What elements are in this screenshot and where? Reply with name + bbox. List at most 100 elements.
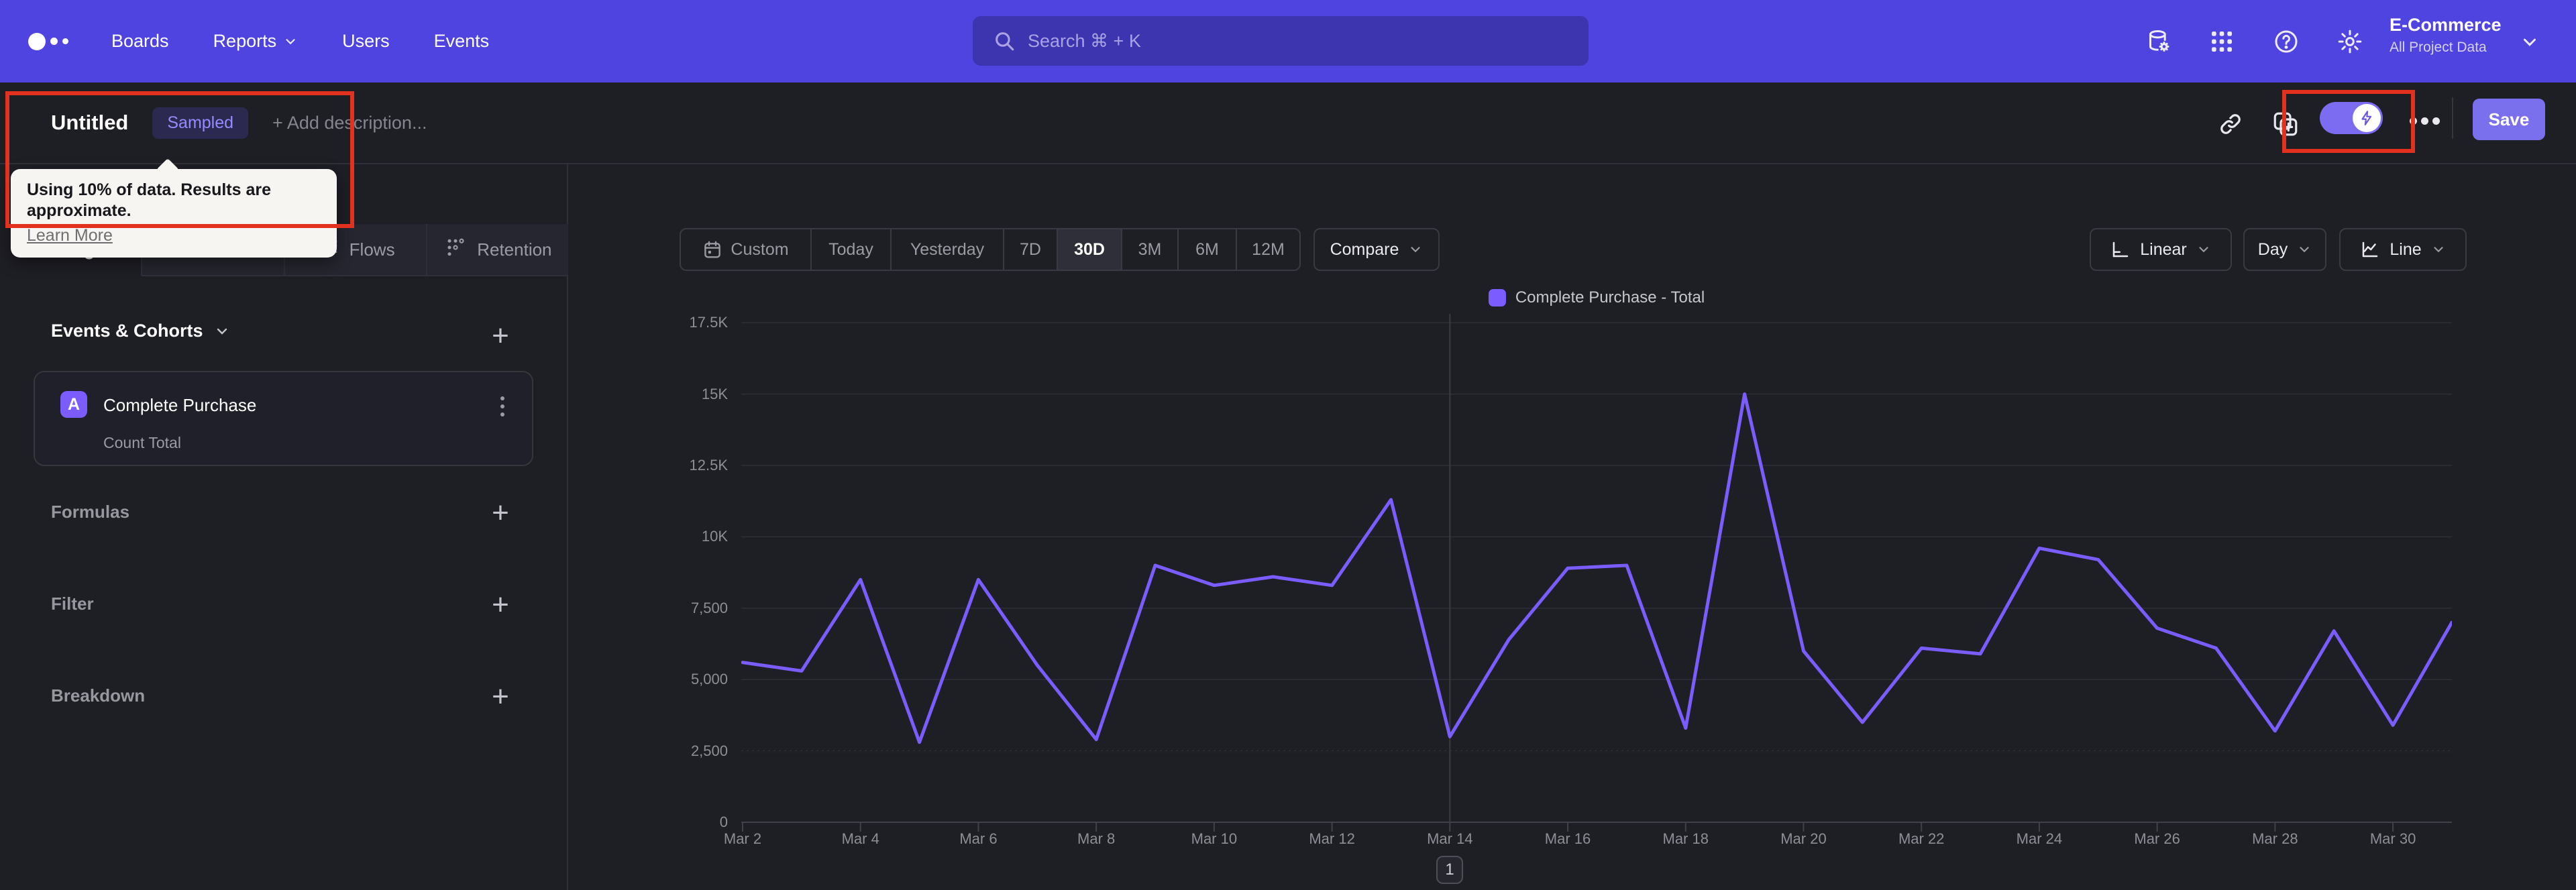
date-range-selector: Custom Today Yesterday 7D 30D 3M 6M 12M — [680, 228, 1301, 271]
range-label: Today — [828, 239, 873, 259]
help-icon[interactable] — [2273, 28, 2300, 55]
chart-type-dropdown[interactable]: Line — [2339, 228, 2467, 271]
event-card[interactable]: A Complete Purchase Count Total — [34, 371, 533, 466]
x-tick-label: Mar 12 — [1309, 830, 1355, 847]
section-breakdown: Breakdown + — [0, 680, 567, 718]
range-today[interactable]: Today — [812, 229, 892, 270]
range-custom[interactable]: Custom — [681, 229, 812, 270]
x-tick-label: Mar 14 — [1427, 830, 1473, 847]
linear-scale-icon — [2113, 241, 2129, 258]
event-metric[interactable]: Count Total — [103, 434, 181, 452]
event-menu-icon[interactable] — [498, 394, 507, 419]
project-switcher[interactable]: E-Commerce All Project Data — [2390, 15, 2502, 56]
nav-item-events[interactable]: Events — [434, 31, 490, 52]
nav-item-label: Reports — [213, 31, 277, 51]
range-3m[interactable]: 3M — [1122, 229, 1179, 270]
add-description[interactable]: + Add description... — [272, 113, 427, 133]
sampling-toggle[interactable] — [2320, 102, 2383, 134]
section-label: Breakdown — [51, 685, 146, 706]
line-chart-plot[interactable] — [741, 309, 2452, 838]
legend-label: Complete Purchase - Total — [1515, 288, 1705, 307]
learn-more-link[interactable]: Learn More — [27, 226, 113, 245]
mixpanel-logo-icon[interactable] — [28, 32, 68, 50]
nav-item-label: Users — [342, 31, 390, 51]
nav-links: Boards Reports Users Events — [111, 31, 489, 52]
range-label: Yesterday — [910, 239, 985, 259]
settings-gear-icon[interactable] — [2337, 28, 2363, 55]
x-tick-label: Mar 22 — [1898, 830, 1945, 847]
legend-item[interactable]: Complete Purchase - Total — [741, 288, 2452, 307]
range-label: 12M — [1252, 239, 1285, 259]
y-tick-label: 5,000 — [690, 671, 728, 688]
report-title[interactable]: Untitled — [51, 111, 128, 135]
nav-item-users[interactable]: Users — [342, 31, 390, 52]
compare-label: Compare — [1330, 239, 1399, 259]
interval-label: Day — [2257, 239, 2288, 259]
data-management-icon[interactable] — [2145, 28, 2172, 55]
y-tick-label: 17.5K — [689, 314, 729, 331]
compare-dropdown[interactable]: Compare — [1313, 228, 1440, 271]
events-cohorts-header[interactable]: Events & Cohorts — [51, 321, 230, 341]
add-filter-button[interactable]: + — [485, 590, 516, 620]
x-tick-label: Mar 4 — [841, 830, 879, 847]
apps-grid-icon[interactable] — [2208, 28, 2235, 55]
sampled-badge[interactable]: Sampled — [152, 107, 249, 139]
top-nav: Boards Reports Users Events Search ⌘ + K E-… — [0, 0, 2576, 82]
line-chart-icon — [2363, 241, 2378, 258]
project-name: E-Commerce — [2390, 15, 2502, 35]
range-label: 7D — [1020, 239, 1041, 259]
nav-item-label: Boards — [111, 31, 169, 51]
add-formulas-button[interactable]: + — [485, 498, 516, 529]
chevron-down-icon — [217, 328, 227, 335]
x-tick-label: Mar 18 — [1662, 830, 1709, 847]
section-formulas: Formulas + — [0, 496, 567, 534]
section-label: Formulas — [51, 502, 130, 522]
toolbar-divider — [2452, 97, 2453, 139]
copy-link-icon[interactable] — [2218, 111, 2243, 137]
range-6m[interactable]: 6M — [1179, 229, 1237, 270]
annotation-marker[interactable]: 1 — [1436, 856, 1463, 884]
tooltip-text: Using 10% of data. Results are approxima… — [27, 180, 272, 221]
nav-item-boards[interactable]: Boards — [111, 31, 169, 52]
y-tick-label: 12.5K — [689, 457, 729, 474]
range-12m[interactable]: 12M — [1237, 229, 1299, 270]
x-tick-label: Mar 16 — [1544, 830, 1591, 847]
range-yesterday[interactable]: Yesterday — [892, 229, 1004, 270]
more-options-icon[interactable] — [2410, 117, 2440, 125]
add-to-board-icon[interactable] — [2271, 110, 2300, 138]
chevron-down-icon — [2199, 247, 2208, 253]
nav-item-label: Events — [433, 31, 490, 51]
range-30d[interactable]: 30D — [1058, 229, 1122, 270]
interval-dropdown[interactable]: Day — [2243, 228, 2326, 271]
x-tick-label: Mar 10 — [1191, 830, 1238, 847]
chevron-down-icon — [2434, 247, 2443, 253]
section-label: Filter — [51, 594, 94, 614]
nav-item-reports[interactable]: Reports — [213, 31, 299, 52]
scale-dropdown[interactable]: Linear — [2090, 228, 2232, 271]
x-tick-label: Mar 26 — [2134, 830, 2180, 847]
x-tick-label: Mar 28 — [2252, 830, 2298, 847]
range-7d[interactable]: 7D — [1004, 229, 1058, 270]
add-breakdown-button[interactable]: + — [485, 681, 516, 712]
app-window: Boards Reports Users Events Search ⌘ + K E-… — [0, 0, 2576, 890]
search-input[interactable]: Search ⌘ + K — [973, 16, 1589, 66]
calendar-icon — [704, 241, 721, 258]
events-cohorts-label: Events & Cohorts — [51, 321, 203, 341]
chevron-down-icon[interactable] — [2520, 32, 2540, 52]
event-name: Complete Purchase — [103, 395, 257, 415]
chevron-down-icon — [2300, 247, 2309, 253]
toggle-knob — [2353, 104, 2381, 132]
add-event-button[interactable]: + — [485, 321, 516, 351]
legend-swatch — [1488, 289, 1506, 307]
scale-label: Linear — [2140, 239, 2187, 259]
series-line[interactable] — [741, 392, 2452, 744]
y-tick-label: 7,500 — [690, 599, 728, 616]
y-tick-label: 15K — [701, 385, 728, 402]
save-button[interactable]: Save — [2473, 99, 2545, 140]
tab-retention[interactable]: Retention — [427, 224, 568, 275]
project-scope: All Project Data — [2390, 40, 2487, 55]
report-toolbar: Untitled Sampled + Add description... Sa… — [0, 82, 2576, 164]
chevron-down-icon — [1411, 247, 1421, 253]
lightning-bolt-icon — [2361, 111, 2372, 125]
event-letter-badge: A — [60, 391, 87, 418]
